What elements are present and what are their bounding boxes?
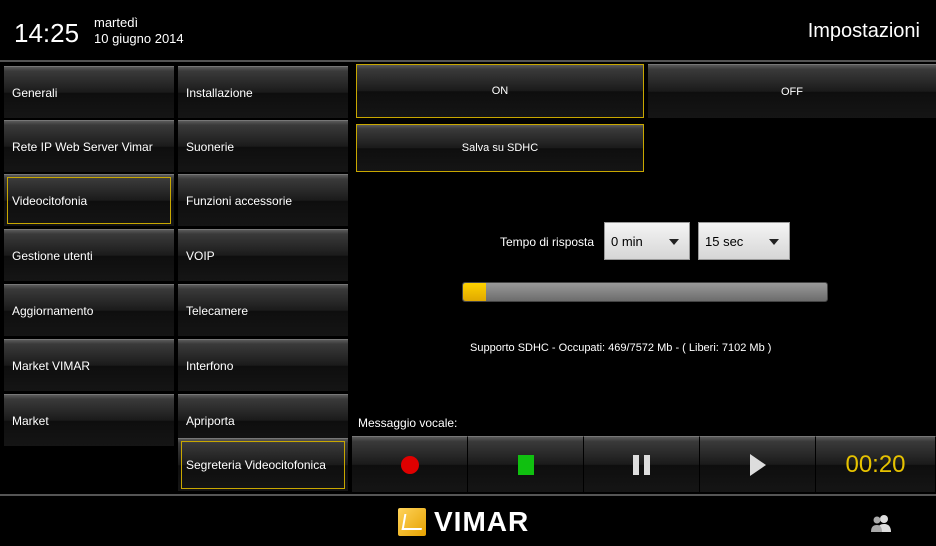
menu-item-gestione-utenti[interactable]: Gestione utenti (4, 229, 174, 282)
storage-progress-bar (462, 282, 828, 302)
menu-item-market-vimar[interactable]: Market VIMAR (4, 339, 174, 392)
submenu-item-interfono[interactable]: Interfono (178, 339, 348, 392)
menu-item-rete-ip[interactable]: Rete IP Web Server Vimar (4, 120, 174, 173)
pause-icon (633, 454, 650, 475)
seconds-value: 15 sec (705, 233, 744, 249)
submenu-item-funzioni-accessorie[interactable]: Funzioni accessorie (178, 174, 348, 227)
menu-item-aggiornamento[interactable]: Aggiornamento (4, 284, 174, 337)
on-button[interactable]: ON (356, 64, 644, 118)
chevron-down-icon (769, 239, 779, 245)
clock-time: 14:25 (14, 18, 80, 48)
seconds-dropdown[interactable]: 15 sec (698, 222, 790, 260)
timer-display: 00:20 (816, 436, 936, 492)
play-icon (749, 453, 766, 476)
voice-message-player: 00:20 (352, 436, 936, 492)
top-bar: 14:25 martedì 10 giugno 2014 Impostazion… (0, 0, 936, 62)
storage-status-text: Supporto SDHC - Occupati: 469/7572 Mb - … (470, 342, 772, 354)
date-display: martedì 10 giugno 2014 (94, 15, 184, 47)
date-label: 10 giugno 2014 (94, 31, 184, 46)
vimar-logo-text: VIMAR (434, 506, 530, 537)
submenu-item-segreteria-videocitofonica[interactable]: Segreteria Videocitofonica (178, 438, 348, 492)
page-title: Impostazioni (807, 20, 920, 42)
minutes-dropdown[interactable]: 0 min (604, 222, 690, 260)
chevron-down-icon (669, 239, 679, 245)
response-time-label: Tempo di risposta (500, 235, 595, 249)
vimar-logo: VIMAR (398, 506, 529, 538)
menu-item-generali[interactable]: Generali (4, 66, 174, 119)
submenu-item-telecamere[interactable]: Telecamere (178, 284, 348, 337)
minutes-value: 0 min (611, 233, 643, 249)
settings-panel: ON OFF Salva su SDHC Tempo di risposta 0… (352, 64, 936, 492)
vimar-logo-icon (398, 508, 426, 536)
pause-button[interactable] (584, 436, 700, 492)
weekday-label: martedì (94, 15, 139, 30)
submenu-item-voip[interactable]: VOIP (178, 229, 348, 282)
play-button[interactable] (700, 436, 816, 492)
submenu-item-suonerie[interactable]: Suonerie (178, 120, 348, 173)
record-icon (400, 455, 419, 474)
stop-button[interactable] (468, 436, 584, 492)
submenu-item-installazione[interactable]: Installazione (178, 66, 348, 119)
timer-value: 00:20 (845, 450, 906, 478)
menu-item-market[interactable]: Market (4, 394, 174, 447)
storage-progress-fill (463, 283, 486, 301)
users-icon[interactable] (870, 514, 892, 532)
record-button[interactable] (352, 436, 468, 492)
stop-icon (517, 454, 534, 475)
menu-item-videocitofonia[interactable]: Videocitofonia (4, 174, 174, 227)
save-sdhc-button[interactable]: Salva su SDHC (356, 124, 644, 172)
voice-message-label: Messaggio vocale: (358, 416, 458, 430)
bottom-bar: VIMAR (0, 494, 936, 546)
off-button[interactable]: OFF (648, 64, 936, 118)
